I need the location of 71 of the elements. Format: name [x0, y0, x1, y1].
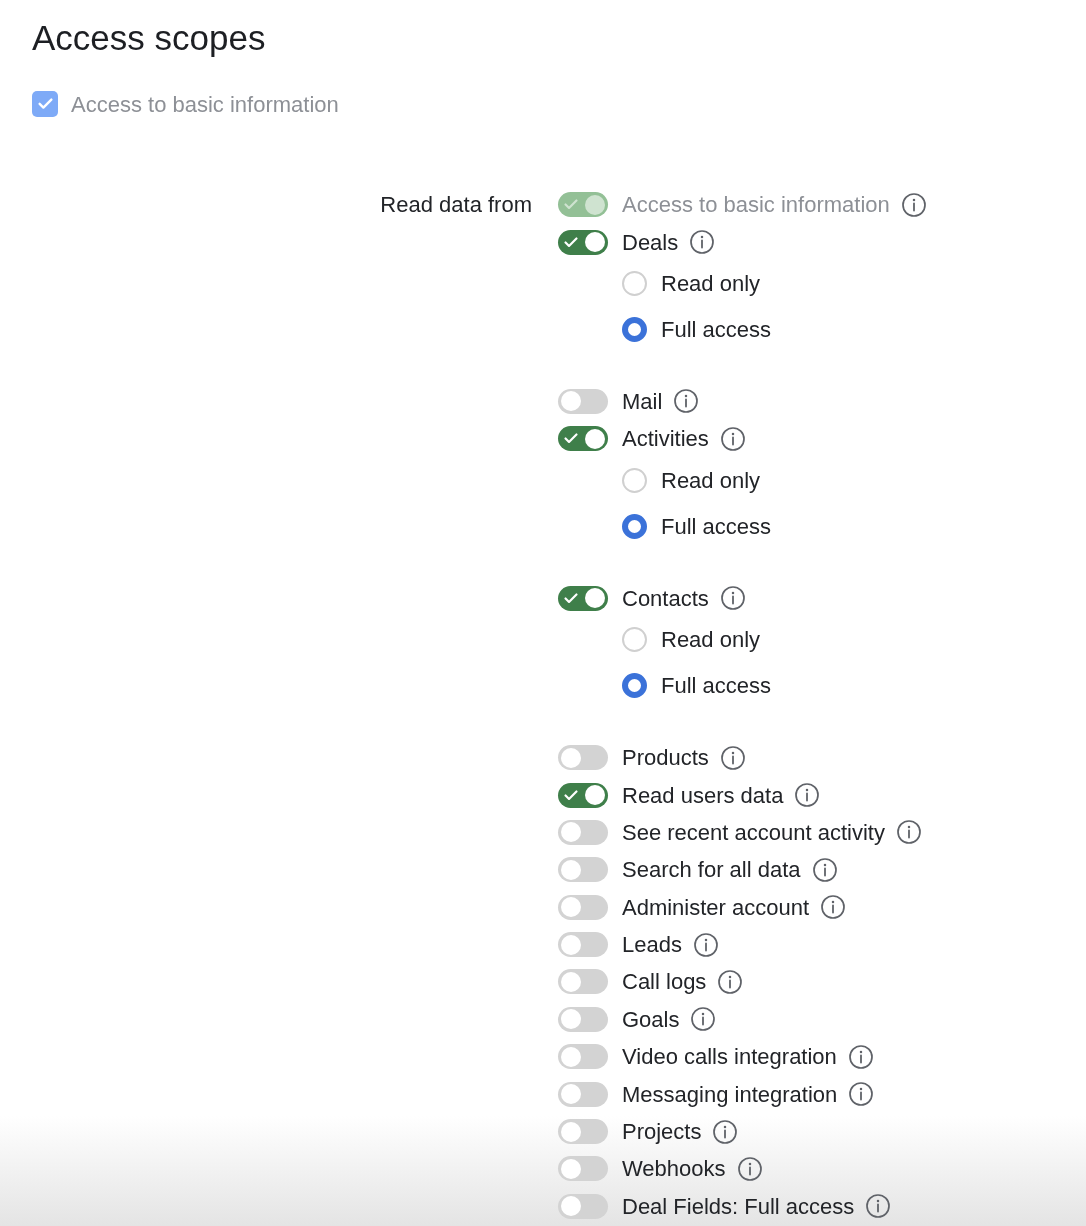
- check-icon: [564, 199, 578, 211]
- check-icon: [564, 236, 578, 248]
- radio-button[interactable]: [622, 673, 647, 699]
- info-icon[interactable]: [713, 1119, 738, 1144]
- toggle-switch[interactable]: [558, 1006, 608, 1032]
- info-icon[interactable]: [849, 1082, 874, 1107]
- check-icon: [564, 592, 578, 604]
- scope-label: Call logs: [622, 968, 707, 997]
- info-icon[interactable]: [674, 389, 699, 414]
- scope-label: Video calls integration: [622, 1043, 837, 1072]
- toggle-switch[interactable]: [558, 819, 608, 845]
- toggle-switch[interactable]: [558, 1156, 608, 1182]
- info-icon[interactable]: [691, 1007, 716, 1032]
- info-icon[interactable]: [737, 1156, 762, 1181]
- scope-label: Projects: [622, 1118, 702, 1147]
- scope-label: Contacts: [622, 584, 709, 613]
- scope-label: Access to basic information: [622, 191, 890, 220]
- toggle-switch[interactable]: [558, 1081, 608, 1107]
- option-label: Full access: [661, 672, 772, 701]
- scope-label: Products: [622, 744, 709, 773]
- radio-button[interactable]: [622, 317, 647, 343]
- checkbox-label: Access to basic information: [71, 90, 339, 119]
- scope-label: Read users data: [622, 781, 784, 810]
- scope-label: Messaging integration: [622, 1080, 838, 1109]
- scope-label: Deals: [622, 228, 679, 257]
- info-icon[interactable]: [821, 895, 846, 920]
- info-icon[interactable]: [896, 820, 921, 845]
- info-icon[interactable]: [718, 970, 743, 994]
- toggle-switch[interactable]: [558, 1193, 608, 1219]
- info-icon[interactable]: [812, 857, 837, 882]
- check-icon: [564, 433, 578, 445]
- toggle-switch[interactable]: [558, 857, 608, 883]
- scope-label: Administer account: [622, 893, 810, 922]
- option-label: Read only: [661, 270, 761, 299]
- toggle-switch[interactable]: [558, 969, 608, 995]
- scope-label: Mail: [622, 387, 663, 416]
- scope-label: Search for all data: [622, 856, 801, 885]
- option-label: Read only: [661, 626, 761, 655]
- scope-label: Webhooks: [622, 1155, 726, 1184]
- radio-button[interactable]: [622, 514, 647, 540]
- info-icon[interactable]: [848, 1044, 873, 1069]
- scope-label: Goals: [622, 1005, 680, 1034]
- section-label: Read data from: [380, 191, 532, 220]
- option-label: Read only: [661, 467, 761, 496]
- info-icon[interactable]: [795, 783, 820, 808]
- info-icon[interactable]: [901, 192, 926, 217]
- option-label: Full access: [661, 513, 772, 542]
- check-icon: [37, 98, 53, 110]
- toggle-switch[interactable]: [558, 229, 608, 255]
- page-title: Access scopes: [32, 18, 266, 58]
- info-icon[interactable]: [720, 426, 745, 451]
- info-icon[interactable]: [693, 932, 718, 957]
- scope-label: Deal Fields: Full access: [622, 1192, 855, 1221]
- toggle-switch[interactable]: [558, 585, 608, 611]
- toggle-switch[interactable]: [558, 932, 608, 958]
- toggle-switch[interactable]: [558, 426, 608, 452]
- info-icon[interactable]: [720, 745, 745, 770]
- toggle-switch[interactable]: [558, 894, 608, 920]
- toggle-switch[interactable]: [558, 388, 608, 414]
- info-icon[interactable]: [720, 586, 745, 611]
- info-icon[interactable]: [866, 1194, 891, 1219]
- toggle-switch[interactable]: [558, 1044, 608, 1070]
- toggle-switch[interactable]: [558, 1119, 608, 1145]
- option-label: Full access: [661, 316, 772, 345]
- toggle-switch[interactable]: [558, 782, 608, 808]
- scope-label: Activities: [622, 425, 709, 454]
- info-icon[interactable]: [690, 230, 715, 255]
- check-icon: [564, 789, 578, 801]
- scope-label: Leads: [622, 931, 682, 960]
- toggle-switch[interactable]: [558, 745, 608, 771]
- scope-label: See recent account activity: [622, 818, 885, 847]
